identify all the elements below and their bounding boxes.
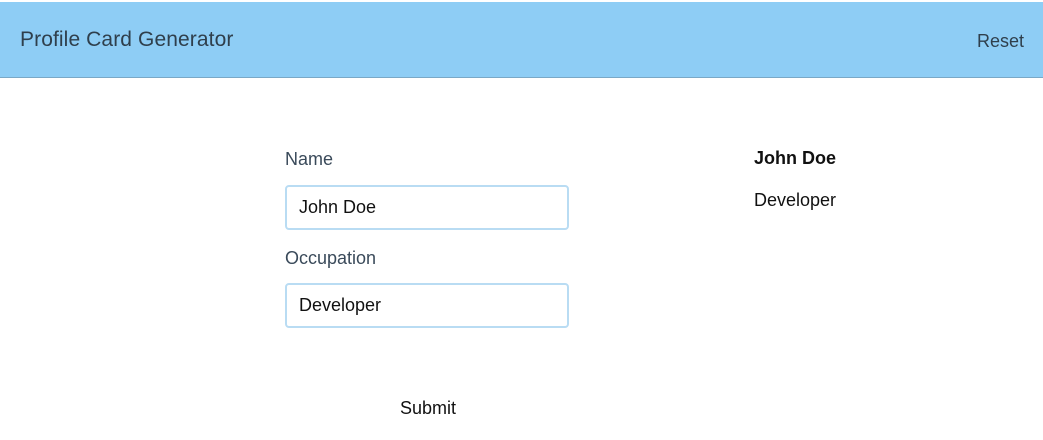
submit-button[interactable]: Submit <box>370 394 486 422</box>
occupation-label: Occupation <box>285 248 377 268</box>
name-input[interactable] <box>285 185 569 230</box>
profile-card-occupation: Developer <box>754 190 837 210</box>
profile-card-name: John Doe <box>754 148 837 168</box>
header-bar: Profile Card Generator Reset <box>0 2 1043 78</box>
occupation-input[interactable] <box>285 283 569 328</box>
reset-button[interactable]: Reset <box>977 31 1024 52</box>
name-label: Name <box>285 149 334 169</box>
app-title: Profile Card Generator <box>20 28 234 51</box>
